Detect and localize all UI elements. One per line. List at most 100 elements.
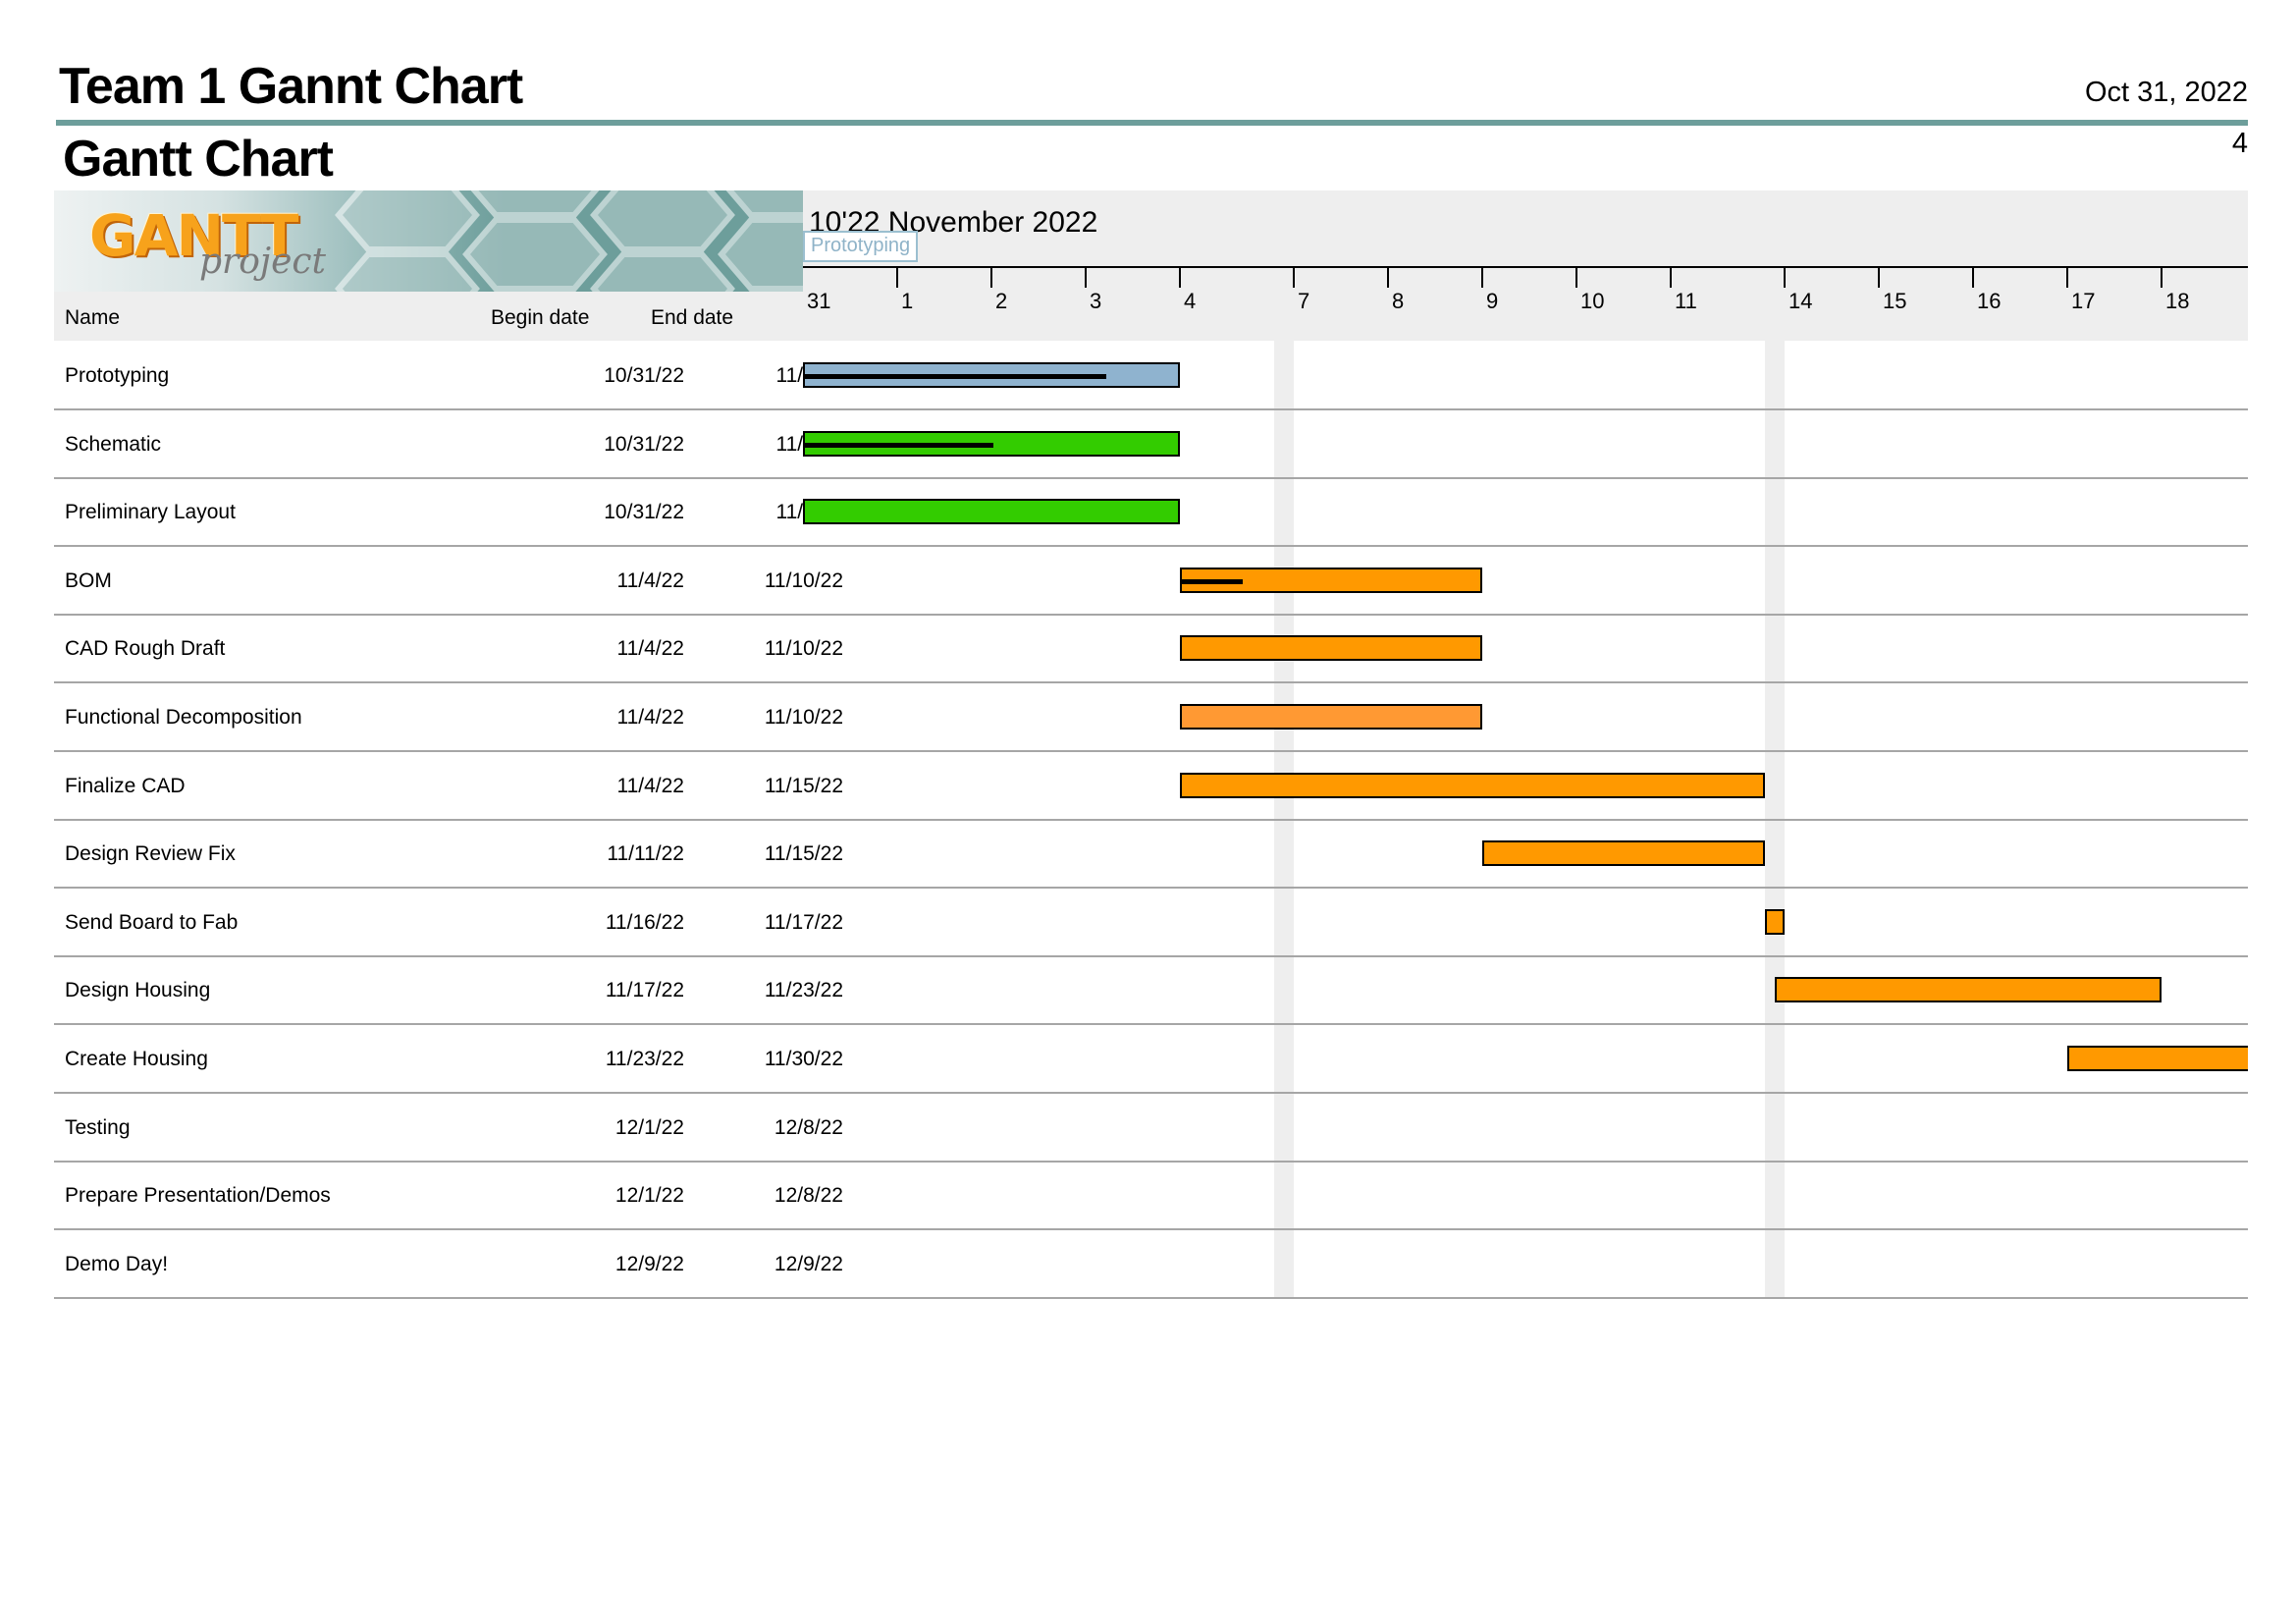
- task-begin-date: 10/31/22: [604, 501, 684, 524]
- task-bar[interactable]: [803, 362, 1180, 388]
- task-name: CAD Rough Draft: [65, 637, 226, 661]
- column-header-begin-date[interactable]: Begin date: [491, 306, 589, 330]
- report-date: Oct 31, 2022: [2084, 77, 2248, 108]
- task-begin-date: 11/4/22: [616, 637, 684, 661]
- task-end-date: 11/17/22: [764, 910, 843, 934]
- timeline-tick: [1972, 266, 1974, 288]
- task-bar[interactable]: [2067, 1046, 2248, 1071]
- task-bar[interactable]: [1180, 704, 1482, 730]
- timeline-day-label: 31: [807, 289, 831, 313]
- task-row[interactable]: Functional Decomposition 11/4/22 11/10/22: [54, 682, 2248, 752]
- task-begin-date: 12/1/22: [614, 1115, 684, 1139]
- task-begin-date: 11/23/22: [605, 1048, 684, 1070]
- page-number: 4: [2231, 128, 2248, 159]
- task-bar[interactable]: [1482, 840, 1765, 867]
- task-bar[interactable]: [803, 430, 1180, 457]
- task-row[interactable]: CAD Rough Draft 11/4/22 11/10/22: [54, 614, 2248, 684]
- task-row[interactable]: Create Housing 11/23/22 11/30/22: [54, 1024, 2248, 1094]
- task-name: Testing: [65, 1115, 131, 1139]
- timeline-tick: [1575, 266, 1577, 288]
- timeline-day-label: 2: [995, 289, 1008, 313]
- timeline-day-label: 11: [1675, 289, 1697, 313]
- timeline-tick: [1387, 266, 1389, 288]
- task-name: Schematic: [65, 432, 162, 456]
- timeline-day-label: 1: [901, 289, 914, 313]
- timeline-tick: [2161, 266, 2163, 288]
- task-begin-date: 11/17/22: [605, 979, 684, 1002]
- timeline-day-label: 7: [1298, 289, 1310, 313]
- task-begin-date: 11/11/22: [607, 842, 684, 866]
- task-name: Preliminary Layout: [65, 501, 236, 524]
- timeline-tick: [1481, 266, 1483, 288]
- task-name: Prototyping: [65, 364, 170, 387]
- logo-subtitle: project: [199, 242, 327, 282]
- timeline-tick: [896, 266, 898, 288]
- task-begin-date: 10/31/22: [604, 364, 684, 387]
- task-progress-bar: [805, 442, 993, 448]
- task-name: Prepare Presentation/Demos: [65, 1184, 331, 1208]
- task-begin-date: 12/1/22: [614, 1184, 684, 1208]
- task-name: Design Housing: [65, 979, 211, 1002]
- timeline-tick: [2066, 266, 2068, 288]
- task-row[interactable]: Demo Day! 12/9/22 12/9/22: [54, 1229, 2248, 1299]
- timeline-tick: [1179, 266, 1181, 288]
- task-name: Send Board to Fab: [65, 910, 239, 934]
- column-header-end-date[interactable]: End date: [651, 306, 733, 330]
- timeline-day-label: 4: [1184, 289, 1197, 313]
- task-end-date: 12/8/22: [774, 1184, 843, 1208]
- timeline-day-label: 14: [1789, 289, 1813, 313]
- task-name: Finalize CAD: [65, 774, 186, 797]
- task-row[interactable]: BOM 11/4/22 11/10/22: [54, 546, 2248, 616]
- title-divider: [56, 120, 2248, 126]
- task-end-date: 12/8/22: [774, 1115, 843, 1139]
- task-name: Create Housing: [65, 1048, 208, 1070]
- task-bar[interactable]: [1180, 567, 1482, 593]
- timeline-tick: [1293, 266, 1295, 288]
- timeline-axis: [803, 266, 2248, 268]
- task-end-date: 11/10/22: [764, 568, 843, 592]
- task-begin-date: 12/9/22: [614, 1252, 684, 1275]
- timeline-tick: [1670, 266, 1672, 288]
- task-begin-date: 11/4/22: [616, 568, 684, 592]
- task-name: Demo Day!: [65, 1252, 169, 1275]
- task-row[interactable]: Finalize CAD 11/4/22 11/15/22: [54, 751, 2248, 821]
- task-end-date: 11/15/22: [764, 842, 843, 866]
- timeline-tick: [1784, 266, 1786, 288]
- timeline-day-label: 18: [2165, 289, 2190, 313]
- task-end-date: 11/10/22: [764, 706, 843, 729]
- task-bar[interactable]: [803, 499, 1180, 525]
- task-name: Design Review Fix: [65, 842, 236, 866]
- report-title: Team 1 Gannt Chart: [59, 58, 523, 115]
- task-progress-bar: [805, 374, 1107, 379]
- section-title: Gantt Chart: [63, 131, 334, 188]
- timeline-day-label: 16: [1977, 289, 2002, 313]
- timeline-tick: [1878, 266, 1880, 288]
- timeline-tick: [990, 266, 992, 288]
- timeline-day-label: 15: [1883, 289, 1907, 313]
- task-progress-bar: [1182, 578, 1243, 584]
- task-row[interactable]: Send Board to Fab 11/16/22 11/17/22: [54, 888, 2248, 957]
- task-end-date: 11/30/22: [764, 1048, 843, 1070]
- timeline-day-label: 8: [1392, 289, 1405, 313]
- column-header-name[interactable]: Name: [65, 306, 120, 330]
- task-bar[interactable]: [1180, 772, 1765, 798]
- task-begin-date: 10/31/22: [604, 432, 684, 456]
- task-end-date: 11/10/22: [764, 637, 843, 661]
- task-row[interactable]: Design Review Fix 11/11/22 11/15/22: [54, 819, 2248, 890]
- timeline-day-label: 3: [1090, 289, 1102, 313]
- task-end-date: 11/15/22: [764, 774, 843, 797]
- task-row[interactable]: Prepare Presentation/Demos 12/1/22 12/8/22: [54, 1161, 2248, 1231]
- timeline-task-tooltip: Prototyping: [803, 231, 919, 262]
- task-row[interactable]: Testing 12/1/22 12/8/22: [54, 1093, 2248, 1163]
- task-begin-date: 11/4/22: [616, 774, 684, 797]
- ganttproject-logo: GANTT project: [54, 190, 803, 292]
- task-name: BOM: [65, 568, 112, 592]
- task-bar[interactable]: [1765, 908, 1785, 935]
- task-end-date: 11/23/22: [764, 979, 843, 1002]
- timeline-day-label: 17: [2071, 289, 2096, 313]
- task-name: Functional Decomposition: [65, 706, 302, 729]
- task-bar[interactable]: [1775, 977, 2162, 1003]
- task-bar[interactable]: [1180, 635, 1482, 662]
- timeline-day-label: 9: [1486, 289, 1499, 313]
- task-end-date: 12/9/22: [774, 1252, 843, 1275]
